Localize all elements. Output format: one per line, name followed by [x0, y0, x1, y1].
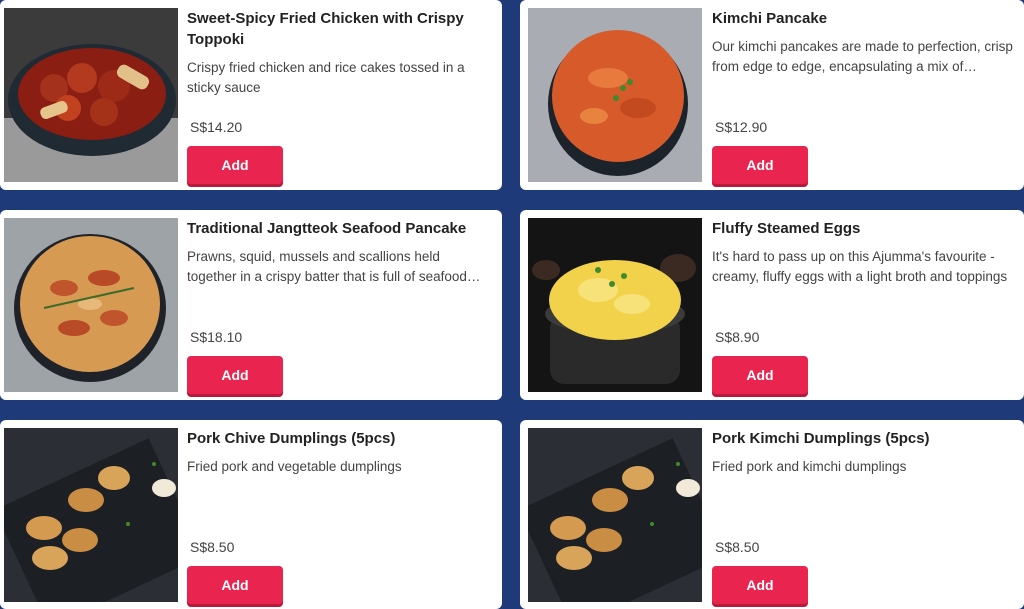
menu-item-description: It's hard to pass up on this Ajumma's fa…: [712, 249, 1008, 284]
menu-item-title: Traditional Jangtteok Seafood Pancake: [187, 220, 467, 237]
menu-item-info: Fluffy Steamed Eggs It's hard to pass up…: [712, 218, 1014, 394]
menu-item-price: S$8.90: [715, 329, 760, 345]
menu-item-info: Pork Kimchi Dumplings (5pcs) Fried pork …: [712, 428, 1014, 604]
menu-grid: Sweet-Spicy Fried Chicken with Crispy To…: [0, 0, 1024, 609]
menu-item-description: Fried pork and vegetable dumplings: [187, 459, 402, 474]
menu-item-card[interactable]: Traditional Jangtteok Seafood Pancake Pr…: [0, 210, 502, 400]
menu-item-price: S$8.50: [715, 539, 760, 555]
steamed-eggs-image: [528, 218, 702, 392]
menu-item-description: Fried pork and kimchi dumplings: [712, 459, 907, 474]
menu-item-description: Crispy fried chicken and rice cakes toss…: [187, 60, 465, 95]
menu-item-card[interactable]: Fluffy Steamed Eggs It's hard to pass up…: [520, 210, 1024, 400]
kimchi-dumplings-image: [528, 428, 702, 602]
menu-item-price: S$14.20: [190, 119, 243, 135]
menu-item-card[interactable]: Kimchi Pancake Our kimchi pancakes are m…: [520, 0, 1024, 190]
menu-item-card[interactable]: Pork Chive Dumplings (5pcs) Fried pork a…: [0, 420, 502, 609]
seafood-pancake-image: [4, 218, 178, 392]
add-button[interactable]: Add: [712, 146, 808, 184]
add-button[interactable]: Add: [187, 566, 283, 604]
menu-item-description: Our kimchi pancakes are made to perfecti…: [712, 39, 1013, 74]
menu-item-card[interactable]: Sweet-Spicy Fried Chicken with Crispy To…: [0, 0, 502, 190]
menu-item-info: Sweet-Spicy Fried Chicken with Crispy To…: [187, 8, 492, 184]
add-button[interactable]: Add: [712, 566, 808, 604]
menu-item-title: Kimchi Pancake: [712, 10, 828, 27]
menu-item-title: Sweet-Spicy Fried Chicken with Crispy To…: [187, 10, 464, 48]
kimchi-pancake-image: [528, 8, 702, 182]
menu-item-price: S$18.10: [190, 329, 243, 345]
add-button[interactable]: Add: [712, 356, 808, 394]
menu-item-card[interactable]: Pork Kimchi Dumplings (5pcs) Fried pork …: [520, 420, 1024, 609]
menu-item-price: S$12.90: [715, 119, 768, 135]
menu-item-description: Prawns, squid, mussels and scallions hel…: [187, 249, 467, 284]
chive-dumplings-image: [4, 428, 178, 602]
menu-item-title: Pork Chive Dumplings (5pcs): [187, 430, 396, 447]
menu-item-info: Pork Chive Dumplings (5pcs) Fried pork a…: [187, 428, 492, 604]
add-button[interactable]: Add: [187, 146, 283, 184]
menu-item-title: Fluffy Steamed Eggs: [712, 220, 861, 237]
fried-chicken-image: [4, 8, 178, 182]
menu-item-title: Pork Kimchi Dumplings (5pcs): [712, 430, 930, 447]
menu-item-info: Traditional Jangtteok Seafood Pancake Pr…: [187, 218, 492, 394]
menu-item-info: Kimchi Pancake Our kimchi pancakes are m…: [712, 8, 1014, 184]
menu-item-price: S$8.50: [190, 539, 235, 555]
add-button[interactable]: Add: [187, 356, 283, 394]
